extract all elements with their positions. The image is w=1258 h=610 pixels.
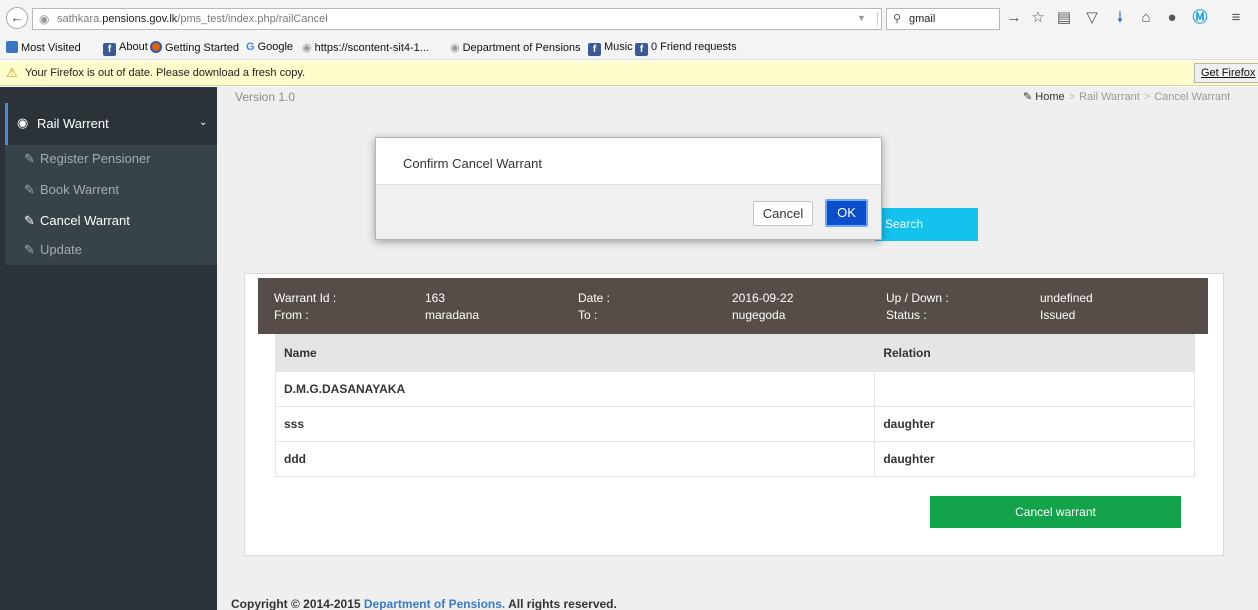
bookmark-google[interactable]: G Google — [246, 41, 293, 53]
globe-icon: ◉ — [39, 12, 50, 26]
facebook-icon: f — [635, 43, 648, 56]
beneficiaries-table: Name Relation D.M.G.DASANAYAKA sss daugh… — [274, 334, 1195, 477]
pencil-icon: ✎ — [1023, 91, 1033, 103]
dialog-cancel-button[interactable]: Cancel — [753, 201, 813, 226]
back-icon[interactable]: ← — [6, 7, 28, 29]
pocket-icon[interactable]: ▽ — [1082, 8, 1102, 28]
get-firefox-button[interactable]: Get Firefox — [1194, 63, 1258, 83]
updown-label: Up / Down : — [886, 291, 949, 305]
pencil-icon: ✎ — [24, 182, 35, 197]
status-value: Issued — [1040, 308, 1076, 322]
table-header-row: Name Relation — [274, 334, 1195, 372]
bookmark-scontent[interactable]: ◉ https://scontent-sit4-1... — [302, 41, 429, 54]
search-icon: ⚲ — [893, 13, 902, 25]
warrant-panel: Warrant Id : 163 Date : 2016-09-22 Up / … — [244, 273, 1224, 556]
facebook-icon: f — [103, 43, 116, 56]
download-icon[interactable]: 🠗 — [1110, 8, 1130, 28]
version-label: Version 1.0 — [235, 90, 296, 104]
google-icon: G — [246, 41, 255, 53]
cell-name: sss — [274, 406, 876, 442]
warrant-id-value: 163 — [425, 291, 446, 305]
dialog-ok-button[interactable]: OK — [825, 199, 868, 227]
updown-value: undefined — [1040, 291, 1093, 305]
breadcrumb-rail-warrant[interactable]: Rail Warrant — [1079, 91, 1140, 103]
breadcrumb-separator: > — [1143, 91, 1151, 103]
bookmark-star-icon[interactable]: ☆ — [1028, 8, 1048, 28]
search-button[interactable]: Search — [875, 208, 978, 241]
cell-relation: daughter — [874, 406, 1195, 442]
breadcrumb-separator: > — [1068, 91, 1076, 103]
cell-name: ddd — [274, 441, 876, 477]
from-value: maradana — [425, 308, 480, 322]
update-notification-bar: ⚠ Your Firefox is out of date. Please do… — [0, 61, 1258, 86]
column-header-relation: Relation — [874, 334, 1195, 372]
table-row: D.M.G.DASANAYAKA — [274, 371, 1195, 407]
from-label: From : — [274, 308, 309, 322]
globe-icon: ◉ — [302, 42, 312, 54]
globe-icon: ◉ — [450, 42, 460, 54]
to-label: To : — [578, 308, 598, 322]
status-label: Status : — [886, 308, 927, 322]
browser-toolbar: ← ◉ sathkara.pensions.gov.lk/pms_test/in… — [0, 0, 1258, 36]
search-input[interactable]: ⚲ gmail — [886, 8, 1000, 30]
bookmark-department-of-pensions[interactable]: ◉ Department of Pensions — [450, 41, 581, 54]
sidebar-submenu: ✎ Register Pensioner ✎ Book Warrent ✎ Cance… — [5, 145, 217, 265]
pencil-icon: ✎ — [24, 151, 35, 166]
home-icon[interactable]: ⌂ — [1136, 8, 1156, 28]
bookmark-about[interactable]: f About — [103, 41, 148, 56]
breadcrumb: ✎ Home > Rail Warrant > Cancel Warrant — [1023, 90, 1230, 103]
divider — [877, 12, 878, 26]
confirm-dialog: Confirm Cancel Warrant Cancel OK — [375, 137, 882, 240]
table-row: sss daughter — [274, 406, 1195, 442]
breadcrumb-cancel-warrant: Cancel Warrant — [1154, 91, 1231, 103]
pencil-icon: ✎ — [24, 213, 35, 228]
sidebar-section-rail-warrent[interactable]: ◉ Rail Warrent ⌄ — [5, 103, 217, 145]
menu-icon[interactable]: ≡ — [1226, 8, 1246, 28]
dropdown-icon[interactable]: ▼ — [857, 13, 866, 23]
sidebar-item-register-pensioner[interactable]: ✎ Register Pensioner — [24, 151, 151, 167]
date-value: 2016-09-22 — [732, 291, 794, 305]
dialog-footer: Cancel OK — [376, 184, 881, 239]
cell-name: D.M.G.DASANAYAKA — [274, 371, 876, 407]
warrant-id-label: Warrant Id : — [274, 291, 337, 305]
warning-icon: ⚠ — [6, 65, 18, 80]
sidebar-item-book-warrent[interactable]: ✎ Book Warrent — [24, 182, 119, 198]
cancel-warrant-button[interactable]: Cancel warrant — [930, 496, 1181, 528]
url-bar[interactable]: ◉ sathkara.pensions.gov.lk/pms_test/inde… — [32, 8, 900, 30]
pencil-icon: ✎ — [24, 242, 35, 257]
chevron-down-icon: ⌄ — [199, 117, 208, 128]
firefox-icon — [150, 41, 162, 53]
bookmarks-bar: Most Visited f About Getting Started G Goo… — [0, 36, 1258, 60]
sidebar-item-cancel-warrant[interactable]: ✎ Cancel Warrant — [24, 213, 130, 229]
table-row: ddd daughter — [274, 441, 1195, 477]
facebook-icon: f — [588, 43, 601, 56]
sidebar-item-update[interactable]: ✎ Update — [24, 242, 82, 258]
sidebar: ◉ Rail Warrent ⌄ ✎ Register Pensioner ✎ Bo… — [0, 87, 217, 610]
column-header-name: Name — [274, 334, 876, 372]
footer: Copyright © 2014-2015 Department of Pens… — [231, 597, 617, 610]
warrant-info-bar: Warrant Id : 163 Date : 2016-09-22 Up / … — [258, 278, 1208, 334]
most-visited-icon — [6, 41, 18, 53]
footer-link-department-of-pensions[interactable]: Department of Pensions. — [364, 597, 505, 610]
url-text: sathkara.pensions.gov.lk/pms_test/index.… — [57, 13, 328, 25]
bookmark-music[interactable]: f Music — [588, 41, 633, 56]
bookmark-friend-requests[interactable]: f0 Friend requests — [635, 41, 737, 56]
arrow-right-icon[interactable]: → — [1004, 8, 1024, 28]
dialog-title: Confirm Cancel Warrant — [403, 156, 542, 171]
dashboard-icon: ◉ — [17, 115, 29, 130]
skype-icon[interactable]: Ⓜ — [1190, 8, 1210, 28]
bookmarks-menu-icon[interactable]: ▤ — [1054, 8, 1074, 28]
bookmark-most-visited[interactable]: Most Visited — [6, 41, 81, 54]
cell-relation — [874, 371, 1195, 407]
breadcrumb-home[interactable]: Home — [1035, 91, 1064, 103]
to-value: nugegoda — [732, 308, 786, 322]
bookmark-getting-started[interactable]: Getting Started — [150, 41, 239, 54]
date-label: Date : — [578, 291, 611, 305]
chat-icon[interactable]: ● — [1162, 8, 1182, 28]
cell-relation: daughter — [874, 441, 1195, 477]
